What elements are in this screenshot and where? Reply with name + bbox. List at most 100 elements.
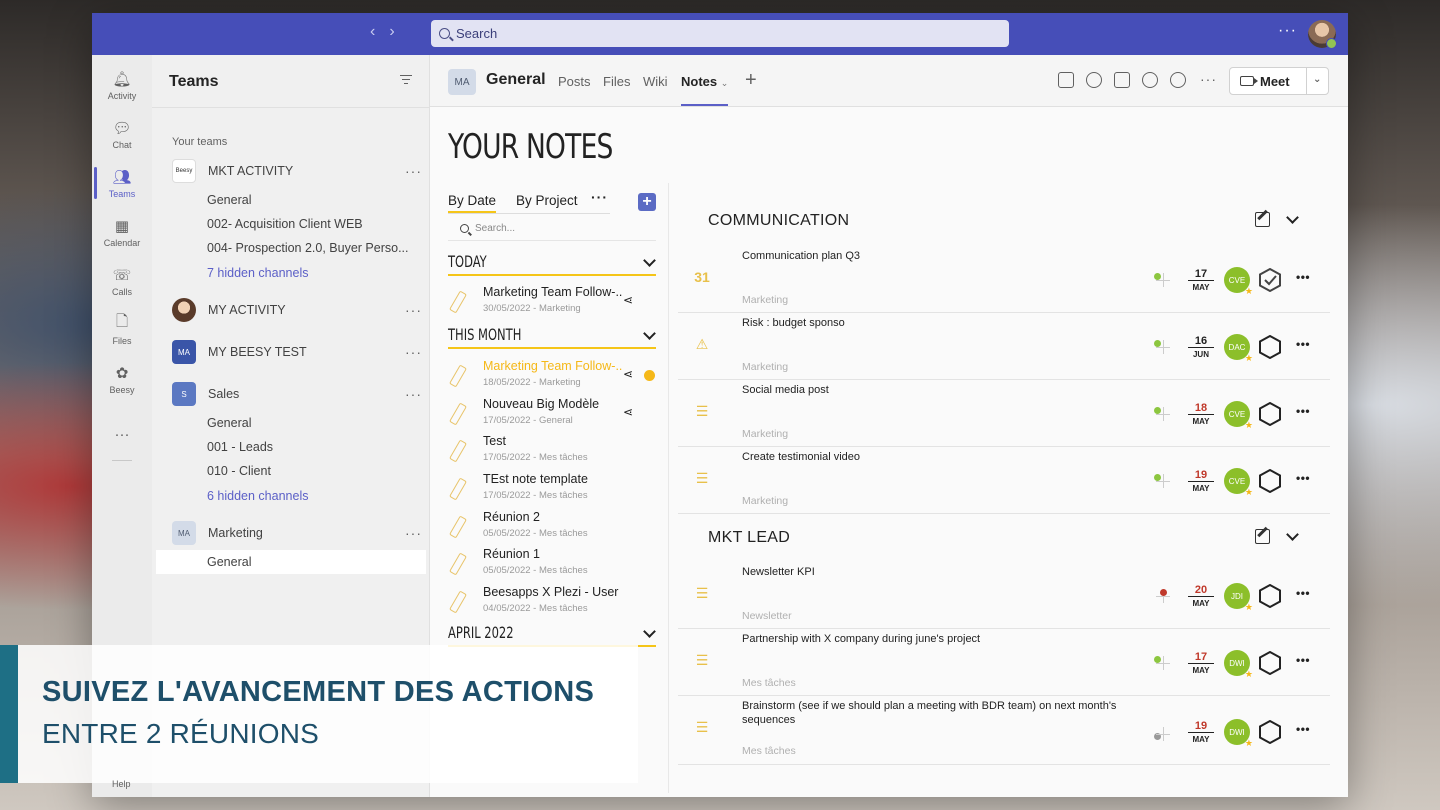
status-open-icon[interactable] xyxy=(1259,651,1281,675)
edit-icon[interactable] xyxy=(1255,529,1270,544)
user-avatar[interactable] xyxy=(1308,20,1337,49)
channel-item[interactable]: General xyxy=(207,416,417,430)
status-open-icon[interactable] xyxy=(1259,335,1281,359)
status-done-icon[interactable] xyxy=(1259,268,1281,292)
share-icon[interactable]: ⋖ xyxy=(623,405,633,419)
globe-icon[interactable] xyxy=(1170,72,1186,88)
action-row[interactable]: ☰ Social media post Marketing 18 MAY CVE … xyxy=(678,381,1330,447)
pin-icon[interactable] xyxy=(1154,656,1170,670)
action-row[interactable]: ☰ Newsletter KPI Newsletter 20MAY JDI ••… xyxy=(678,563,1330,629)
more-options-button[interactable]: ··· xyxy=(1278,22,1297,40)
note-item[interactable]: Réunion 2 05/05/2022 - Mes tâches xyxy=(448,510,658,546)
note-item[interactable]: Réunion 1 05/05/2022 - Mes tâches xyxy=(448,547,658,583)
view-more-button[interactable]: ··· xyxy=(591,189,608,205)
status-open-icon[interactable] xyxy=(1259,584,1281,608)
rail-item-calls[interactable]: ☏ Calls xyxy=(92,257,152,305)
channel-item[interactable]: 002- Acquisition Client WEB xyxy=(207,217,417,231)
team-marketing[interactable]: MA Marketing ··· xyxy=(172,521,422,545)
hidden-channels-link[interactable]: 7 hidden channels xyxy=(207,266,417,280)
tab-files[interactable]: Files xyxy=(603,74,630,89)
help-label[interactable]: Help xyxy=(112,779,131,789)
team-more-button[interactable]: ··· xyxy=(405,525,422,541)
note-item[interactable]: Test 17/05/2022 - Mes tâches xyxy=(448,434,658,470)
rail-item-calendar[interactable]: ▦ Calendar xyxy=(92,208,152,256)
action-row[interactable]: ☰ Partnership with X company during june… xyxy=(678,630,1330,696)
chevron-down-icon[interactable] xyxy=(1286,528,1299,541)
action-row[interactable]: 31 Communication plan Q3 Marketing 17 MAY… xyxy=(678,247,1330,313)
channel-item[interactable]: 004- Prospection 2.0, Buyer Perso... xyxy=(207,241,417,255)
pin-icon[interactable] xyxy=(1154,474,1170,488)
tab-by-date[interactable]: By Date xyxy=(448,193,497,214)
row-more-button[interactable]: ••• xyxy=(1296,586,1310,600)
rail-item-activity[interactable]: 🔔︎ Activity xyxy=(92,61,152,109)
pin-icon[interactable] xyxy=(1154,340,1170,354)
group-header-today[interactable]: TODAY xyxy=(448,252,656,276)
pin-icon[interactable] xyxy=(1154,407,1170,421)
row-more-button[interactable]: ••• xyxy=(1296,337,1310,351)
channel-item[interactable]: General xyxy=(207,193,417,207)
team-mkt-activity[interactable]: Beesy MKT ACTIVITY ··· xyxy=(172,159,422,183)
team-more-button[interactable]: ··· xyxy=(405,163,422,179)
add-tab-button[interactable]: + xyxy=(745,69,757,92)
tab-posts[interactable]: Posts xyxy=(558,74,591,89)
rail-item-files[interactable]: 🗋︎ Files xyxy=(92,306,152,354)
conversation-icon[interactable] xyxy=(1086,72,1102,88)
channel-item-selected[interactable]: General xyxy=(207,555,417,569)
status-open-icon[interactable] xyxy=(1259,402,1281,426)
filter-icon[interactable] xyxy=(400,75,412,85)
add-note-button[interactable]: + xyxy=(638,193,656,211)
pin-icon[interactable] xyxy=(1154,727,1170,741)
search-input[interactable]: Search xyxy=(431,20,1009,47)
rail-item-beesy[interactable]: ✿ Beesy xyxy=(92,355,152,403)
status-open-icon[interactable] xyxy=(1259,720,1281,744)
share-icon[interactable]: ⋖ xyxy=(623,367,633,381)
team-my-activity[interactable]: MY ACTIVITY ··· xyxy=(172,298,422,322)
row-more-button[interactable]: ••• xyxy=(1296,404,1310,418)
header-more-button[interactable]: ··· xyxy=(1200,71,1217,87)
rail-item-teams[interactable]: 👥︎ Teams xyxy=(92,159,152,207)
team-more-button[interactable]: ··· xyxy=(405,386,422,402)
note-item[interactable]: Marketing Team Follow-... 18/05/2022 - M… xyxy=(448,359,658,395)
popout-icon[interactable] xyxy=(1058,72,1074,88)
tab-wiki[interactable]: Wiki xyxy=(643,74,668,89)
tab-notes[interactable]: Notes ⌄ xyxy=(681,74,729,106)
edit-icon[interactable] xyxy=(1255,212,1270,227)
note-item[interactable]: Marketing Team Follow-... 30/05/2022 - M… xyxy=(448,285,658,321)
rail-item-chat[interactable]: 💬︎ Chat xyxy=(92,110,152,158)
rail-more-apps[interactable]: ··· xyxy=(92,410,152,458)
note-item[interactable]: Nouveau Big Modèle 17/05/2022 - General … xyxy=(448,397,658,433)
note-search-input[interactable]: Search... xyxy=(448,217,656,241)
pin-icon[interactable] xyxy=(1154,273,1170,287)
team-sales[interactable]: S Sales ··· xyxy=(172,382,422,406)
assignee-avatar[interactable]: CVE xyxy=(1224,468,1253,498)
back-arrow-icon[interactable]: ‹ xyxy=(370,23,375,41)
note-item[interactable]: Beesapps X Plezi - User 04/05/2022 - Mes… xyxy=(448,585,658,621)
note-item[interactable]: TEst note template 17/05/2022 - Mes tâch… xyxy=(448,472,658,508)
action-row[interactable]: ⚠ Risk : budget sponso Marketing 16 JUN D… xyxy=(678,314,1330,380)
chevron-down-icon[interactable] xyxy=(1286,211,1299,224)
channel-item[interactable]: 001 - Leads xyxy=(207,440,417,454)
row-more-button[interactable]: ••• xyxy=(1296,270,1310,284)
assignee-avatar[interactable]: DWI xyxy=(1224,650,1253,680)
meet-button[interactable]: Meet ⌄ xyxy=(1229,67,1329,95)
group-header-april-2022[interactable]: APRIL 2022 xyxy=(448,623,656,647)
team-my-beesy-test[interactable]: MA MY BEESY TEST ··· xyxy=(172,340,422,364)
assignee-avatar[interactable]: JDI xyxy=(1224,583,1253,613)
assignee-avatar[interactable]: DWI xyxy=(1224,719,1253,749)
assignee-avatar[interactable]: CVE xyxy=(1224,401,1253,431)
action-row[interactable]: ☰ Brainstorm (see if we should plan a me… xyxy=(678,697,1330,765)
channel-item[interactable]: 010 - Client xyxy=(207,464,417,478)
row-more-button[interactable]: ••• xyxy=(1296,471,1310,485)
status-open-icon[interactable] xyxy=(1259,469,1281,493)
row-more-button[interactable]: ••• xyxy=(1296,653,1310,667)
hidden-channels-link[interactable]: 6 hidden channels xyxy=(207,489,417,503)
share-icon[interactable]: ⋖ xyxy=(623,293,633,307)
tab-by-project[interactable]: By Project xyxy=(516,193,578,208)
assignee-avatar[interactable]: CVE xyxy=(1224,267,1253,297)
pin-icon[interactable] xyxy=(1156,589,1170,603)
action-row[interactable]: ☰ Create testimonial video Marketing 19 M… xyxy=(678,448,1330,514)
assignee-avatar[interactable]: DAC xyxy=(1224,334,1253,364)
group-header-this-month[interactable]: THIS MONTH xyxy=(448,325,656,349)
refresh-icon[interactable] xyxy=(1142,72,1158,88)
team-more-button[interactable]: ··· xyxy=(405,302,422,318)
